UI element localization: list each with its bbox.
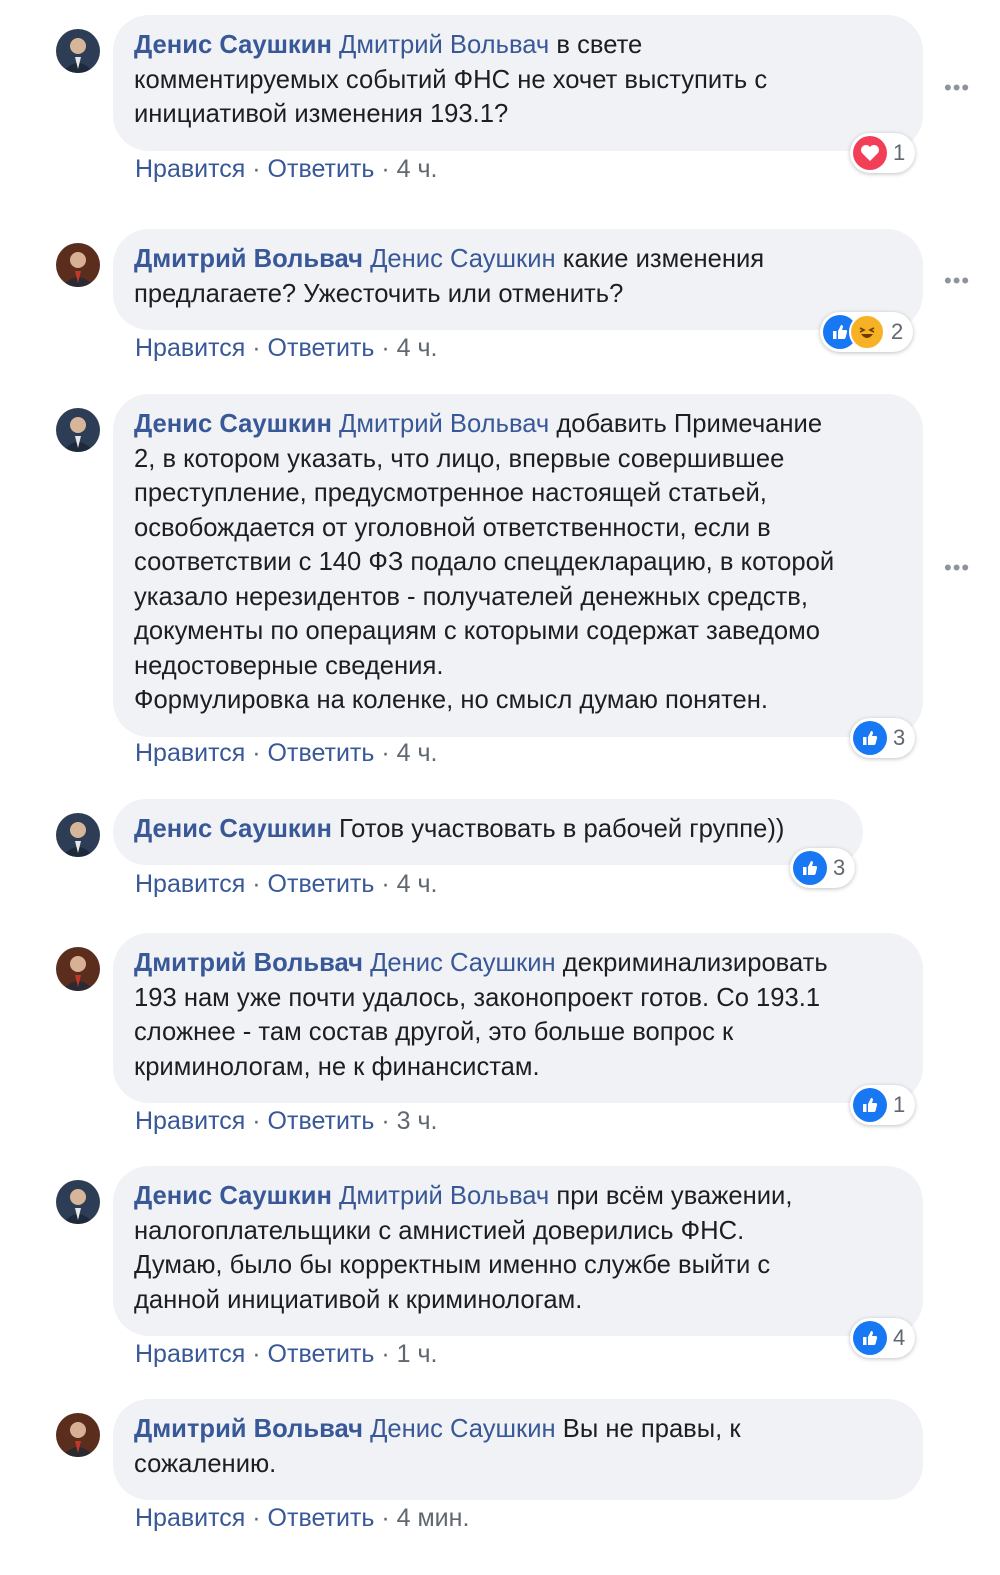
like-button[interactable]: Нравится <box>135 870 245 898</box>
like-icon <box>853 721 887 755</box>
comment-bubble: Денис Саушкин Дмитрий Вольвач добавить П… <box>113 394 923 737</box>
comment-time[interactable]: 4 ч. <box>397 870 438 898</box>
reaction-count: 4 <box>893 1325 906 1350</box>
comment-time[interactable]: 4 ч. <box>397 739 438 767</box>
comment-mention[interactable]: Денис Саушкин <box>370 1415 556 1443</box>
comment-actions: Нравится · Ответить · 4 ч. <box>135 870 438 898</box>
comment-actions: Нравится · Ответить · 4 мин. <box>135 1504 470 1532</box>
reaction-count: 3 <box>833 855 846 880</box>
comment-author[interactable]: Денис Саушкин <box>134 815 332 843</box>
reaction-count: 1 <box>893 1092 906 1117</box>
comment-bubble: Дмитрий Вольвач Денис Саушкин Вы не прав… <box>113 1399 923 1500</box>
comment-author[interactable]: Денис Саушкин <box>134 1182 332 1210</box>
like-icon <box>853 1088 887 1122</box>
comment-actions: Нравится · Ответить · 4 ч. <box>135 155 438 183</box>
reaction-count: 3 <box>893 725 906 750</box>
reaction-summary[interactable]: 2 <box>820 312 914 352</box>
like-button[interactable]: Нравится <box>135 1107 245 1135</box>
comment-mention[interactable]: Денис Саушкин <box>370 949 556 977</box>
comment-bubble: Дмитрий Вольвач Денис Саушкин декриминал… <box>113 933 923 1103</box>
comment-mention[interactable]: Дмитрий Вольвач <box>339 31 549 59</box>
avatar[interactable] <box>56 243 100 287</box>
comment-time[interactable]: 3 ч. <box>397 1107 438 1135</box>
comment-mention[interactable]: Дмитрий Вольвач <box>339 410 549 438</box>
like-icon <box>793 851 827 885</box>
comment-mention[interactable]: Дмитрий Вольвач <box>339 1182 549 1210</box>
comment-bubble: Денис Саушкин Дмитрий Вольвач при всём у… <box>113 1166 923 1336</box>
love-icon <box>853 136 887 170</box>
avatar[interactable] <box>56 29 100 73</box>
reply-button[interactable]: Ответить <box>268 334 375 362</box>
like-button[interactable]: Нравится <box>135 155 245 183</box>
comment-text: Готов участвовать в рабочей группе)) <box>331 815 785 843</box>
comment-bubble: Денис Саушкин Дмитрий Вольвач в свете ко… <box>113 15 923 151</box>
comment-actions: Нравится · Ответить · 4 ч. <box>135 334 438 362</box>
haha-icon <box>849 314 885 350</box>
comment-actions: Нравится · Ответить · 1 ч. <box>135 1340 438 1368</box>
comment-author[interactable]: Денис Саушкин <box>134 31 332 59</box>
more-options-icon[interactable]: ••• <box>944 270 970 292</box>
reply-button[interactable]: Ответить <box>268 870 375 898</box>
avatar[interactable] <box>56 1413 100 1457</box>
comment-mention[interactable]: Денис Саушкин <box>370 245 556 273</box>
comment-actions: Нравится · Ответить · 4 ч. <box>135 739 438 767</box>
comment-actions: Нравится · Ответить · 3 ч. <box>135 1107 438 1135</box>
more-options-icon[interactable]: ••• <box>944 77 970 99</box>
comment-author[interactable]: Дмитрий Вольвач <box>134 245 363 273</box>
avatar[interactable] <box>56 813 100 857</box>
reply-button[interactable]: Ответить <box>268 1340 375 1368</box>
reply-button[interactable]: Ответить <box>268 1504 375 1532</box>
reaction-count: 2 <box>891 319 904 344</box>
avatar[interactable] <box>56 408 100 452</box>
comment-author[interactable]: Дмитрий Вольвач <box>134 949 363 977</box>
reaction-summary[interactable]: 1 <box>850 133 916 173</box>
like-icon <box>853 1321 887 1355</box>
reaction-count: 1 <box>893 140 906 165</box>
reply-button[interactable]: Ответить <box>268 739 375 767</box>
comment-time[interactable]: 4 ч. <box>397 334 438 362</box>
comment-time[interactable]: 1 ч. <box>397 1340 438 1368</box>
like-button[interactable]: Нравится <box>135 334 245 362</box>
comment-text: добавить Примечание 2, в котором указать… <box>134 410 835 714</box>
reaction-summary[interactable]: 4 <box>850 1318 916 1358</box>
like-button[interactable]: Нравится <box>135 1504 245 1532</box>
reaction-summary[interactable]: 3 <box>850 718 916 758</box>
comment-time[interactable]: 4 мин. <box>397 1504 470 1532</box>
avatar[interactable] <box>56 1180 100 1224</box>
avatar[interactable] <box>56 947 100 991</box>
reply-button[interactable]: Ответить <box>268 1107 375 1135</box>
comment-author[interactable]: Денис Саушкин <box>134 410 332 438</box>
comment-bubble: Дмитрий Вольвач Денис Саушкин какие изме… <box>113 229 923 330</box>
like-button[interactable]: Нравится <box>135 1340 245 1368</box>
like-button[interactable]: Нравится <box>135 739 245 767</box>
comment-time[interactable]: 4 ч. <box>397 155 438 183</box>
reaction-summary[interactable]: 3 <box>790 848 856 888</box>
reaction-summary[interactable]: 1 <box>850 1085 916 1125</box>
more-options-icon[interactable]: ••• <box>944 557 970 579</box>
reply-button[interactable]: Ответить <box>268 155 375 183</box>
comment-author[interactable]: Дмитрий Вольвач <box>134 1415 363 1443</box>
comment-bubble: Денис Саушкин Готов участвовать в рабоче… <box>113 799 863 865</box>
